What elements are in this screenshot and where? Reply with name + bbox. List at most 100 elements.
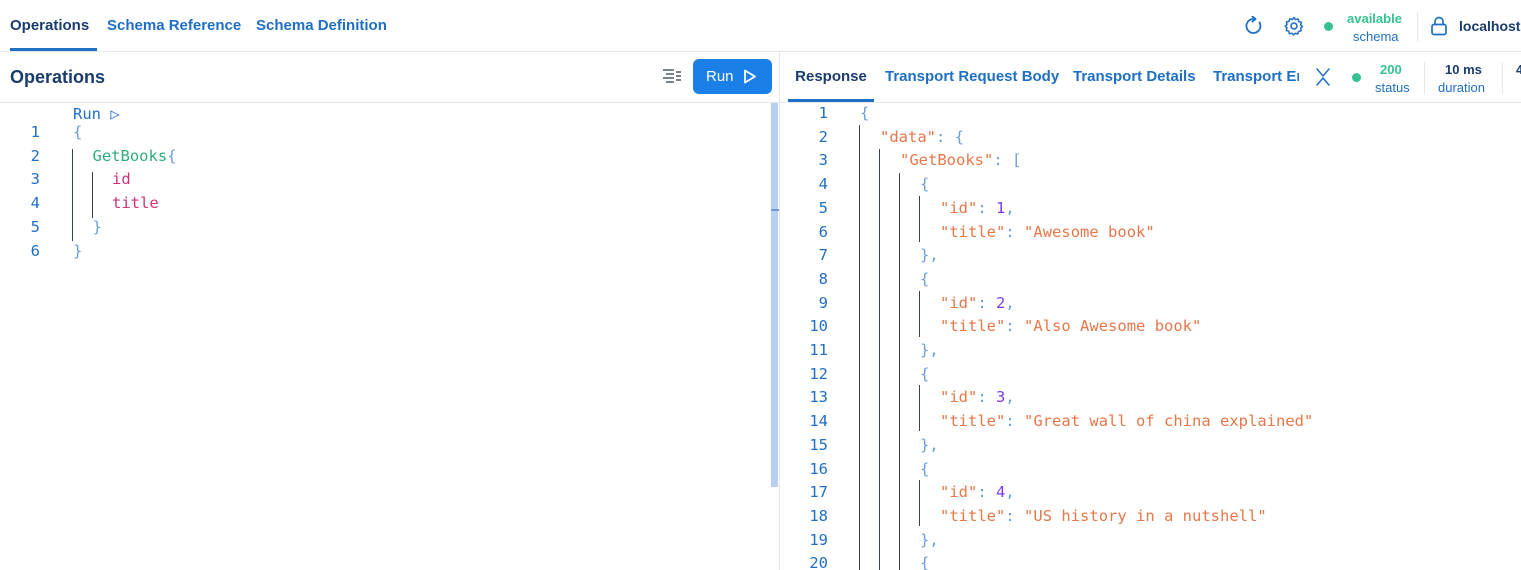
schema-status-label: schema — [1353, 29, 1399, 44]
code-token: GetBooks — [92, 146, 168, 165]
code-token: "Awesome book" — [1024, 222, 1155, 241]
code-token: "GetBooks" — [900, 151, 994, 170]
line-number: 16 — [809, 459, 828, 478]
indent-guide — [919, 480, 920, 526]
schema-status-dot — [1324, 22, 1333, 31]
code-token: { — [920, 269, 930, 288]
line-number: 17 — [809, 483, 828, 502]
code-token: }, — [920, 246, 939, 265]
line-number: 9 — [818, 293, 828, 312]
code-token: "title" — [940, 317, 1006, 336]
code-token: } — [92, 217, 102, 236]
response-size-value: 4 — [1516, 62, 1521, 77]
code-token: 4 — [996, 483, 1006, 502]
code-token: , — [1005, 388, 1015, 407]
lock-icon[interactable] — [1430, 16, 1448, 36]
code-token: : — [1005, 317, 1025, 336]
operations-editor[interactable]: Run ▷ 1{2 GetBooks{3 id 4 title 5} 6} — [0, 103, 770, 570]
line-number: 1 — [818, 104, 828, 122]
divider — [1502, 62, 1503, 94]
line-number: 5 — [818, 198, 828, 217]
code-token: "title" — [940, 222, 1006, 241]
code-token: { — [920, 175, 930, 194]
line-number: 8 — [818, 269, 828, 288]
code-token: : — [977, 198, 997, 217]
duration-label: duration — [1438, 80, 1485, 95]
indent-guide — [919, 291, 920, 337]
server-url[interactable]: localhost: — [1459, 18, 1521, 34]
code-token: "id" — [940, 198, 978, 217]
code-token: "title" — [940, 506, 1006, 525]
line-number: 20 — [809, 554, 828, 570]
code-token: : — [977, 388, 997, 407]
duration-value: 10 ms — [1445, 62, 1482, 77]
indent-guide — [899, 173, 900, 570]
code-token: "Great wall of china explained" — [1024, 412, 1314, 431]
code-token: { — [167, 146, 177, 165]
tab-transport-request-body[interactable]: Transport Request Body — [885, 52, 1059, 102]
line-number: 14 — [809, 412, 828, 431]
code-token: "id" — [940, 388, 978, 407]
tab-response[interactable]: Response — [788, 52, 874, 102]
code-token: }, — [920, 435, 939, 454]
line-number: 6 — [30, 241, 40, 260]
line-number: 12 — [809, 364, 828, 383]
status-code-value: 200 — [1380, 62, 1402, 77]
response-header: Response Transport Request Body Transpor… — [780, 52, 1521, 103]
tab-transport-details[interactable]: Transport Details — [1073, 52, 1196, 102]
response-viewer[interactable]: 1{2 "data": {3 "GetBooks": [4{5 "id": 1, 6 "t… — [780, 103, 1521, 570]
top-navigation-bar: Operations Schema Reference Schema Defin… — [0, 0, 1521, 52]
tab-schema-reference[interactable]: Schema Reference — [107, 0, 241, 51]
code-token: : — [1005, 506, 1025, 525]
line-number: 10 — [809, 317, 828, 336]
code-token: title — [112, 194, 159, 213]
line-number: 4 — [818, 175, 828, 194]
line-number: 3 — [818, 151, 828, 170]
code-token: : [ — [993, 151, 1022, 170]
status-code-label: status — [1375, 80, 1410, 95]
tab-schema-definition[interactable]: Schema Definition — [256, 0, 387, 51]
operations-header: Operations Run — [0, 52, 779, 103]
indent-guide — [879, 149, 880, 570]
code-token: "id" — [940, 293, 978, 312]
code-token: , — [1005, 198, 1015, 217]
code-token: id — [112, 170, 131, 189]
run-button-label: Run — [706, 68, 734, 85]
code-token: { — [73, 123, 83, 141]
code-token: : { — [936, 127, 965, 146]
play-icon — [744, 69, 756, 84]
code-token: { — [920, 554, 930, 570]
editor-scrollbar[interactable] — [771, 103, 778, 487]
line-number: 11 — [809, 341, 828, 359]
run-button[interactable]: Run — [693, 59, 772, 94]
code-token: "Also Awesome book" — [1024, 317, 1202, 336]
code-token: "title" — [940, 412, 1006, 431]
code-token: "id" — [940, 483, 978, 502]
code-token: } — [73, 241, 83, 260]
indent-guide — [919, 385, 920, 431]
line-number: 5 — [30, 217, 40, 236]
run-codelens[interactable]: Run ▷ — [73, 105, 120, 123]
code-token: 3 — [996, 388, 1006, 407]
line-number: 6 — [818, 222, 828, 241]
refresh-icon[interactable] — [1244, 16, 1264, 36]
code-token: : — [977, 483, 997, 502]
indent-guide — [92, 172, 93, 218]
tab-operations[interactable]: Operations — [10, 0, 97, 51]
code-token: : — [977, 293, 997, 312]
code-token: }, — [920, 341, 939, 359]
prettify-icon[interactable] — [662, 68, 682, 86]
scrollbar-marker — [771, 209, 779, 211]
collapse-icon[interactable] — [1315, 67, 1331, 87]
code-token: , — [1005, 293, 1015, 312]
line-number: 2 — [818, 127, 828, 146]
indent-guide — [919, 196, 920, 242]
tab-transport-errors[interactable]: Transport Er — [1213, 52, 1299, 102]
line-number: 3 — [30, 170, 40, 189]
line-number: 19 — [809, 530, 828, 549]
divider — [1424, 62, 1425, 94]
divider — [1417, 12, 1418, 42]
indent-guide — [859, 125, 860, 570]
gear-icon[interactable] — [1284, 16, 1304, 36]
code-token: { — [920, 459, 930, 478]
